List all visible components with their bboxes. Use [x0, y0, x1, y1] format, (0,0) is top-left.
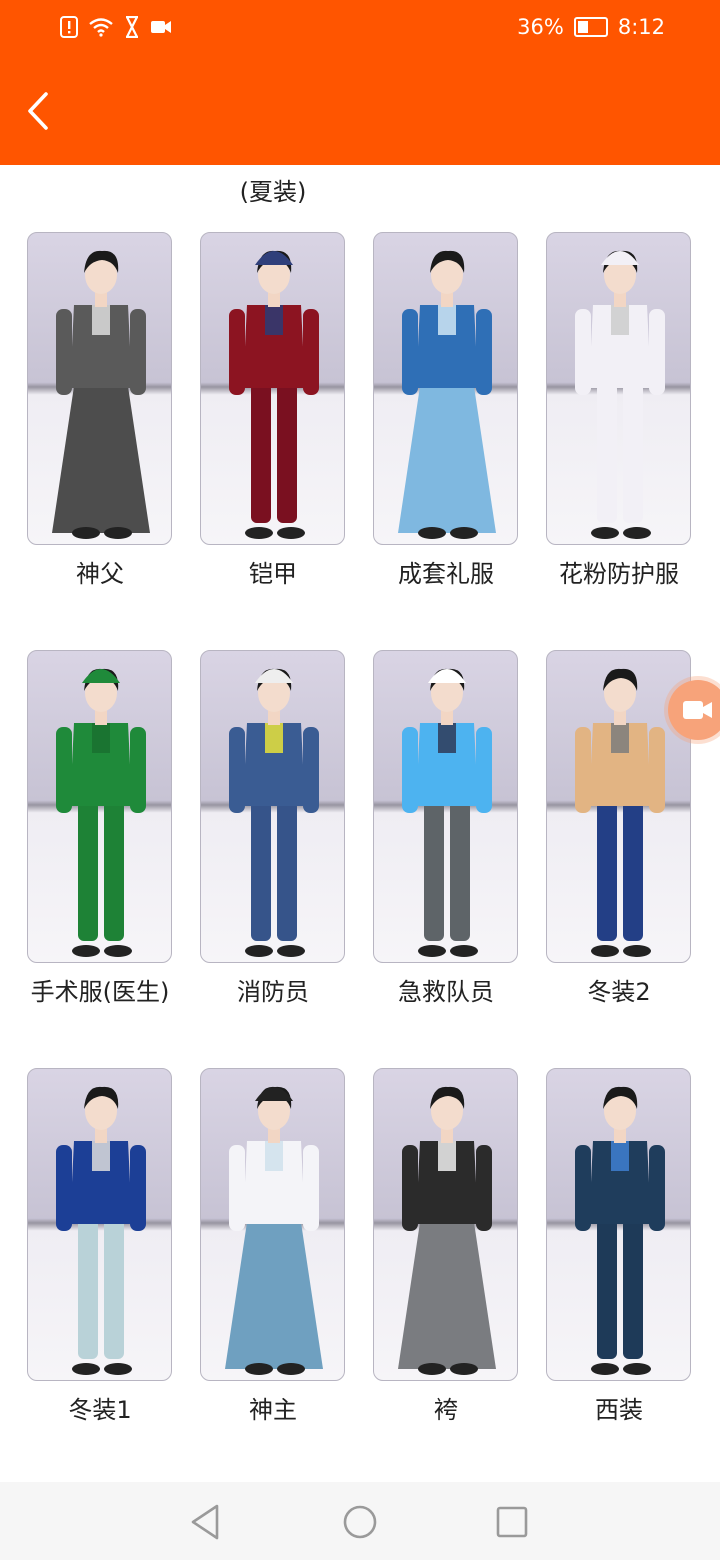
costume-label: 急救队员 [398, 978, 494, 1006]
costume-label: 成套礼服 [398, 560, 494, 588]
formal-character-icon [398, 250, 496, 539]
status-bar: 36% 8:12 [0, 0, 720, 58]
costume-thumbnail[interactable] [200, 650, 345, 963]
back-button[interactable] [22, 88, 62, 134]
clock-time: 8:12 [617, 15, 665, 39]
video-camera-icon [683, 701, 712, 719]
status-icons-left [60, 16, 172, 38]
costume-label: 西装 [595, 1396, 643, 1424]
battery-icon [573, 17, 608, 37]
video-record-icon [151, 21, 171, 33]
costume-item[interactable]: 神主 [173, 1068, 346, 1448]
floating-record-button[interactable] [668, 680, 720, 740]
armor-character-icon [229, 250, 319, 539]
costume-label: 手术服(医生) [30, 978, 170, 1006]
suit-character-icon [575, 1086, 665, 1375]
costume-item[interactable]: 急救队员 [346, 650, 519, 1030]
costume-item[interactable]: 袴 [346, 1068, 519, 1448]
costume-thumbnail[interactable] [373, 1068, 518, 1381]
costume-label: 冬装2 [587, 978, 651, 1006]
hakama-character-icon [398, 1086, 496, 1375]
costume-item[interactable]: 西装 [519, 1068, 692, 1448]
costume-thumbnail[interactable] [200, 1068, 345, 1381]
triangle-back-icon [191, 1504, 219, 1540]
square-recents-icon [496, 1506, 528, 1538]
winter1-character-icon [56, 1086, 146, 1375]
costume-label: 冬装1 [68, 1396, 132, 1424]
costume-label: 袴 [434, 1396, 458, 1424]
costume-thumbnail[interactable] [373, 232, 518, 545]
costume-item[interactable]: 成套礼服 [346, 232, 519, 612]
shinto-character-icon [225, 1086, 323, 1375]
battery-percent: 36% [517, 15, 564, 39]
costume-thumbnail[interactable] [546, 232, 691, 545]
surgeon-character-icon [56, 668, 146, 957]
costume-item[interactable]: 手术服(医生) [0, 650, 173, 1030]
costume-label: 消防员 [237, 978, 309, 1006]
costume-label: 花粉防护服 [559, 560, 679, 588]
costume-thumbnail[interactable] [546, 1068, 691, 1381]
costume-label: 铠甲 [249, 560, 297, 588]
paramedic-character-icon [402, 668, 492, 957]
wifi-icon [89, 18, 113, 37]
protective-character-icon [575, 250, 665, 539]
costume-item[interactable]: 花粉防护服 [519, 232, 692, 612]
costume-item[interactable]: 冬装2 [519, 650, 692, 1030]
status-icons-right: 36% 8:12 [517, 15, 665, 39]
nav-back-button[interactable] [183, 1500, 227, 1544]
costume-item[interactable]: 消防员 [173, 650, 346, 1030]
costume-label: 神主 [249, 1396, 297, 1424]
partial-costume-label: (夏装) [239, 178, 307, 206]
hourglass-icon [126, 16, 138, 38]
system-nav-bar [0, 1482, 720, 1560]
costume-thumbnail[interactable] [373, 650, 518, 963]
costume-label: 神父 [76, 560, 124, 588]
costume-item[interactable]: 铠甲 [173, 232, 346, 612]
alert-sim-icon [60, 16, 78, 38]
app-header: 36% 8:12 [0, 0, 720, 165]
chevron-left-icon [28, 92, 48, 130]
costume-item[interactable]: 冬装1 [0, 1068, 173, 1448]
costume-thumbnail[interactable] [27, 232, 172, 545]
costume-item[interactable]: 神父 [0, 232, 173, 612]
costume-thumbnail[interactable] [27, 1068, 172, 1381]
costume-thumbnail[interactable] [200, 232, 345, 545]
costume-thumbnail[interactable] [27, 650, 172, 963]
priest-character-icon [52, 250, 150, 539]
firefighter-character-icon [229, 668, 319, 957]
nav-home-button[interactable] [338, 1500, 382, 1544]
circle-home-icon [343, 1505, 377, 1539]
nav-recents-button[interactable] [490, 1500, 534, 1544]
